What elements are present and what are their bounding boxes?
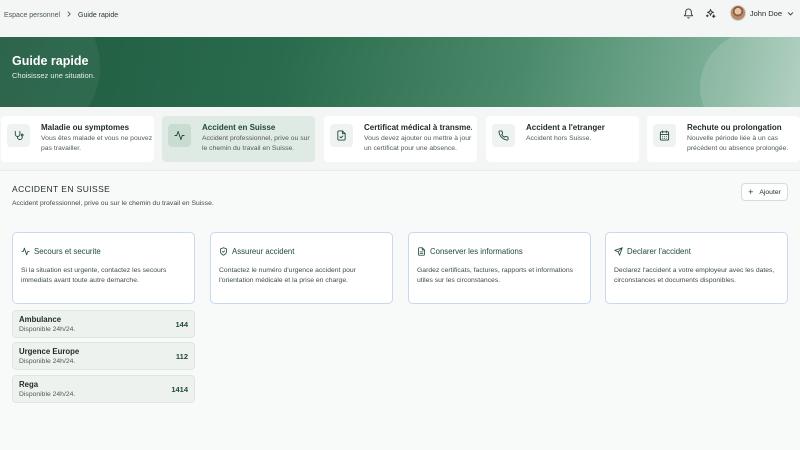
info-card-secours: Secours et securite Si la situation est …: [12, 232, 195, 304]
info-card-text: Gardez certificats, factures, rapports e…: [417, 267, 574, 284]
emergency-availability: Disponible 24h/24.: [19, 326, 76, 333]
breadcrumb-root[interactable]: Espace personnel: [4, 12, 60, 19]
emergency-number: 144: [175, 320, 188, 329]
situation-detail-panel: ACCIDENT EN SUISSE Accident professionne…: [0, 170, 800, 450]
info-card-text: Declarez l'accident a votre employeur av…: [614, 267, 775, 284]
situation-desc: Accident hors Suisse.: [526, 135, 592, 142]
hero-banner: Guide rapide Choisissez une situation.: [0, 37, 800, 107]
send-icon: [614, 247, 623, 256]
emergency-name: Urgence Europe: [19, 347, 80, 356]
add-button-label: Ajouter: [759, 188, 781, 196]
shield-check-icon: [220, 247, 227, 256]
situation-card-accident-suisse[interactable]: Accident en Suisse Accident professionne…: [162, 116, 315, 162]
situation-card-certificat[interactable]: Certificat médical à transme... Vous dev…: [324, 116, 477, 162]
user-menu[interactable]: John Doe: [729, 5, 794, 21]
emergency-name: Rega: [19, 380, 39, 389]
file-text-icon: [418, 247, 425, 256]
breadcrumb-current: Guide rapide: [78, 11, 119, 19]
info-card-title: Declarer l'accident: [627, 247, 691, 256]
avatar: [729, 5, 746, 21]
emergency-number-ambulance[interactable]: Ambulance Disponible 24h/24. 144: [12, 310, 195, 338]
info-card-text: Si la situation est urgente, contactez l…: [21, 267, 167, 284]
emergency-availability: Disponible 24h/24.: [19, 391, 76, 398]
breadcrumb: Espace personnel Guide rapide: [4, 11, 118, 19]
section-subtitle: Accident professionnel, prive ou sur le …: [12, 200, 214, 207]
situation-title: Certificat médical à transme...: [364, 123, 472, 132]
chevron-down-icon: [787, 10, 794, 17]
activity-icon: [168, 124, 191, 147]
situation-desc: Nouvelle période liée à un cas précédent…: [687, 135, 789, 152]
situation-title: Accident a l'etranger: [526, 123, 605, 132]
plus-icon: +: [748, 187, 754, 197]
situation-card-rechute[interactable]: Rechute ou prolongation Nouvelle période…: [647, 116, 800, 162]
situation-title: Maladie ou symptomes: [41, 123, 130, 132]
situation-title: Rechute ou prolongation: [687, 123, 782, 132]
emergency-number: 112: [175, 352, 188, 361]
section-title: ACCIDENT EN SUISSE: [12, 184, 111, 194]
emergency-number: 1414: [171, 385, 188, 394]
phone-icon: [492, 124, 515, 147]
info-card-text: Contactez le numéro d'urgence accident p…: [219, 267, 356, 284]
calendar-icon: [653, 124, 676, 147]
page-title: Guide rapide: [12, 54, 89, 68]
info-card-conserver: Conserver les informations Gardez certif…: [408, 232, 591, 304]
top-bar: Espace personnel Guide rapide John Doe: [0, 0, 800, 26]
situation-list: Maladie ou symptomes Vous êtes malade et…: [0, 116, 800, 162]
info-card-title: Conserver les informations: [430, 247, 523, 256]
chevron-right-icon: [66, 11, 72, 19]
user-name: John Doe: [749, 8, 782, 18]
situation-desc: Vous devez ajouter ou mettre à jour un c…: [364, 135, 472, 152]
info-card-title: Assureur accident: [232, 247, 295, 256]
stethoscope-icon: [7, 124, 30, 147]
situation-desc: Vous êtes malade et vous ne pouvez pas t…: [41, 135, 153, 152]
situation-card-maladie[interactable]: Maladie ou symptomes Vous êtes malade et…: [1, 116, 154, 162]
emergency-name: Ambulance: [19, 315, 62, 324]
situation-card-accident-etranger[interactable]: Accident a l'etranger Accident hors Suis…: [486, 116, 639, 162]
notifications-button[interactable]: [678, 2, 700, 24]
file-check-icon: [330, 124, 353, 147]
emergency-availability: Disponible 24h/24.: [19, 358, 76, 365]
sparkles-icon: [706, 8, 716, 18]
situation-desc: Accident professionnel, prive ou sur le …: [202, 135, 310, 152]
bell-icon: [684, 8, 694, 19]
situation-title: Accident en Suisse: [202, 123, 276, 132]
info-card-assureur: Assureur accident Contactez le numéro d'…: [210, 232, 393, 304]
assistant-button[interactable]: [700, 2, 722, 24]
emergency-number-rega[interactable]: Rega Disponible 24h/24. 1414: [12, 375, 195, 403]
info-card-title: Secours et securite: [34, 247, 101, 256]
activity-icon: [21, 247, 30, 256]
page-subtitle: Choisissez une situation.: [12, 71, 95, 80]
info-card-declarer: Declarer l'accident Declarez l'accident …: [605, 232, 788, 304]
emergency-number-europe[interactable]: Urgence Europe Disponible 24h/24. 112: [12, 342, 195, 370]
add-button[interactable]: + Ajouter: [741, 183, 788, 201]
